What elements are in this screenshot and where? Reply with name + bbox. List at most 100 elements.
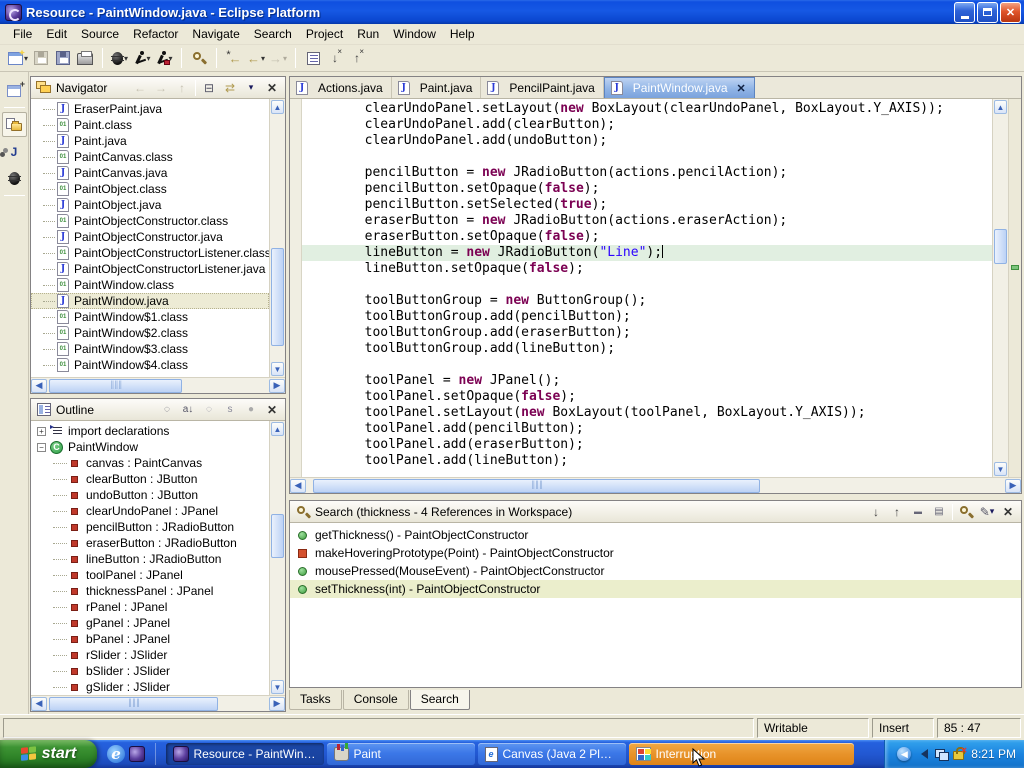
- code-line[interactable]: toolButtonGroup = new ButtonGroup();: [302, 293, 992, 309]
- taskbar-button-resource-paintwind-[interactable]: Resource - PaintWind...: [166, 743, 324, 765]
- view-tab-search[interactable]: Search: [410, 690, 470, 710]
- show-previous-match-button[interactable]: ↑: [888, 503, 906, 521]
- tree-expander-icon[interactable]: −: [37, 443, 46, 452]
- code-line[interactable]: toolPanel.add(eraserButton);: [302, 437, 992, 453]
- navigator-vscrollbar[interactable]: ▲ ▼: [269, 99, 285, 377]
- search-result-item[interactable]: mousePressed(MouseEvent) - PaintObjectCo…: [290, 562, 1021, 580]
- annotation-marker[interactable]: [1011, 265, 1019, 270]
- outline-member[interactable]: clearButton : JButton: [31, 471, 269, 487]
- menu-run[interactable]: Run: [350, 25, 386, 43]
- navigator-item[interactable]: JPaintCanvas.java: [31, 165, 269, 181]
- overview-ruler[interactable]: [1008, 99, 1021, 477]
- navigator-item[interactable]: 01PaintWindow.class: [31, 277, 269, 293]
- navigator-item[interactable]: 01PaintWindow$3.class: [31, 341, 269, 357]
- navigator-item[interactable]: 01PaintObjectConstructorListener.class: [31, 245, 269, 261]
- tree-expander-icon[interactable]: +: [37, 427, 46, 436]
- back-button[interactable]: ←▾: [245, 47, 267, 69]
- eclipse-quicklaunch-icon[interactable]: [129, 746, 145, 762]
- outline-node[interactable]: +import declarations: [31, 423, 269, 439]
- menu-project[interactable]: Project: [299, 25, 350, 43]
- menu-navigate[interactable]: Navigate: [185, 25, 246, 43]
- security-alert-icon[interactable]: [953, 751, 964, 760]
- code-line[interactable]: pencilButton = new JRadioButton(actions.…: [302, 165, 992, 181]
- menu-window[interactable]: Window: [386, 25, 443, 43]
- menu-edit[interactable]: Edit: [39, 25, 74, 43]
- outline-sort-button[interactable]: ◌: [158, 401, 176, 419]
- outline-member[interactable]: canvas : PaintCanvas: [31, 455, 269, 471]
- annotation-list-button[interactable]: [302, 47, 324, 69]
- code-line[interactable]: toolPanel.add(pencilButton);: [302, 421, 992, 437]
- taskbar-button-interruption[interactable]: Interruption: [629, 743, 854, 765]
- outline-member[interactable]: gSlider : JSlider: [31, 679, 269, 695]
- collapse-all-button[interactable]: ⊟: [200, 79, 218, 97]
- navigator-item[interactable]: 01PaintWindow$1.class: [31, 309, 269, 325]
- close-button[interactable]: ✕: [1000, 2, 1021, 23]
- back-dropdown-icon[interactable]: ▾: [261, 54, 265, 63]
- code-line[interactable]: eraserButton.setOpaque(false);: [302, 229, 992, 245]
- code-line[interactable]: [302, 357, 992, 373]
- navigator-item[interactable]: 01PaintWindow$2.class: [31, 325, 269, 341]
- code-line[interactable]: toolPanel.setLayout(new BoxLayout(toolPa…: [302, 405, 992, 421]
- search-result-item[interactable]: makeHoveringPrototype(Point) - PaintObje…: [290, 544, 1021, 562]
- java-perspective-button[interactable]: J: [2, 139, 27, 164]
- restore-button[interactable]: [977, 2, 998, 23]
- code-line[interactable]: toolPanel.setOpaque(false);: [302, 389, 992, 405]
- navigator-hscrollbar[interactable]: ◀ ▶: [31, 377, 285, 393]
- outline-hscrollbar[interactable]: ◀ ▶: [31, 695, 285, 711]
- outline-member[interactable]: toolPanel : JPanel: [31, 567, 269, 583]
- taskbar-button-canvas-java-2-platf-[interactable]: eCanvas (Java 2 Platf...: [478, 743, 626, 765]
- save-all-button[interactable]: [52, 47, 74, 69]
- search-button[interactable]: [188, 47, 210, 69]
- menu-source[interactable]: Source: [74, 25, 126, 43]
- code-line[interactable]: [302, 149, 992, 165]
- search-close-button[interactable]: ✕: [999, 503, 1017, 521]
- code-line[interactable]: clearUndoPanel.add(undoButton);: [302, 133, 992, 149]
- editor-tab-close-icon[interactable]: ✕: [737, 82, 746, 95]
- code-line[interactable]: toolPanel.add(lineButton);: [302, 453, 992, 469]
- navigator-up-button[interactable]: ↑: [173, 79, 191, 97]
- code-line[interactable]: pencilButton.setSelected(true);: [302, 197, 992, 213]
- search-result-item[interactable]: setThickness(int) - PaintObjectConstruct…: [290, 580, 1021, 598]
- outline-member[interactable]: thicknessPanel : JPanel: [31, 583, 269, 599]
- resource-perspective-button[interactable]: [2, 112, 27, 137]
- link-with-editor-button[interactable]: ⇄: [221, 79, 239, 97]
- outline-sort-az-button[interactable]: a↓: [179, 401, 197, 419]
- menu-search[interactable]: Search: [247, 25, 299, 43]
- navigator-item[interactable]: JPaintWindow.java: [31, 293, 269, 309]
- remove-all-matches-button[interactable]: ▤: [930, 503, 948, 521]
- new-dropdown-icon[interactable]: ▾: [24, 54, 28, 63]
- code-line[interactable]: [302, 277, 992, 293]
- navigator-item[interactable]: 01PaintObject.class: [31, 181, 269, 197]
- save-button[interactable]: [30, 47, 52, 69]
- code-line[interactable]: pencilButton.setOpaque(false);: [302, 181, 992, 197]
- editor-vscrollbar[interactable]: ▲ ▼: [992, 99, 1008, 477]
- outline-member[interactable]: undoButton : JButton: [31, 487, 269, 503]
- start-button[interactable]: start: [0, 740, 97, 768]
- print-button[interactable]: [74, 47, 96, 69]
- menu-file[interactable]: File: [6, 25, 39, 43]
- navigator-item[interactable]: 01PaintObjectConstructor.class: [31, 213, 269, 229]
- volume-icon[interactable]: [916, 749, 928, 759]
- outline-close-button[interactable]: ✕: [263, 401, 281, 419]
- outline-member[interactable]: eraserButton : JRadioButton: [31, 535, 269, 551]
- pin-search-view-button[interactable]: [957, 503, 975, 521]
- code-line[interactable]: clearUndoPanel.setLayout(new BoxLayout(c…: [302, 101, 992, 117]
- outline-member[interactable]: bPanel : JPanel: [31, 631, 269, 647]
- editor-hscrollbar[interactable]: ◀ ▶: [290, 477, 1021, 493]
- menu-refactor[interactable]: Refactor: [126, 25, 185, 43]
- code-editor[interactable]: clearUndoPanel.setLayout(new BoxLayout(c…: [302, 99, 992, 477]
- previous-annotation-button[interactable]: ↑×: [346, 47, 368, 69]
- taskbar-button-paint[interactable]: Paint: [327, 743, 475, 765]
- minimize-button[interactable]: [954, 2, 975, 23]
- code-line[interactable]: eraserButton = new JRadioButton(actions.…: [302, 213, 992, 229]
- previous-search-results-button[interactable]: ✎▾: [978, 503, 996, 521]
- view-tab-console[interactable]: Console: [343, 690, 409, 710]
- code-line[interactable]: toolButtonGroup.add(lineButton);: [302, 341, 992, 357]
- debug-button[interactable]: ▾: [109, 47, 131, 69]
- remove-match-button[interactable]: ▬: [909, 503, 927, 521]
- view-tab-tasks[interactable]: Tasks: [289, 690, 342, 710]
- next-annotation-button[interactable]: ↓×: [324, 47, 346, 69]
- new-wizard-button[interactable]: ▾: [6, 47, 30, 69]
- navigator-item[interactable]: JPaintObjectConstructor.java: [31, 229, 269, 245]
- navigator-item[interactable]: 01PaintCanvas.class: [31, 149, 269, 165]
